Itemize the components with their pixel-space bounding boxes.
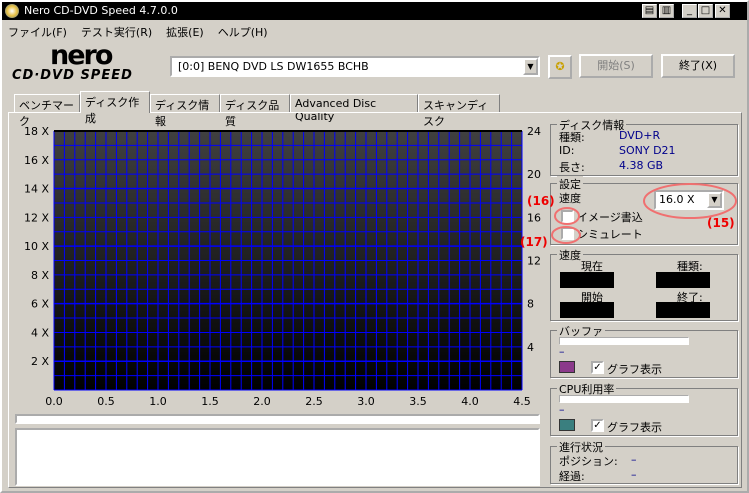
- x-tick-label: 1.0: [149, 395, 167, 408]
- x-tick-label: 3.5: [409, 395, 427, 408]
- buffer-group: バッファ – ✓ グラフ表示: [550, 323, 738, 378]
- y-tick-label: 18 X: [24, 125, 49, 138]
- cpu-group: CPU利用率 – ✓ グラフ表示: [550, 381, 738, 436]
- x-tick-label: 0.0: [45, 395, 63, 408]
- image-write-checkbox[interactable]: [561, 210, 574, 223]
- y-tick-label: 4 X: [31, 326, 49, 339]
- simulate-label: シミュレート: [577, 228, 643, 241]
- cpu-bar: [559, 395, 689, 403]
- simulate-checkbox[interactable]: [561, 227, 574, 240]
- y-tick-label: 8 X: [31, 269, 49, 282]
- buffer-graph-checkbox[interactable]: ✓: [591, 361, 604, 374]
- start-speed-display: [560, 302, 614, 318]
- x-tick-label: 1.5: [201, 395, 219, 408]
- buffer-graph-label: グラフ表示: [607, 363, 662, 376]
- end-speed-display: [656, 302, 710, 318]
- elapsed-value: –: [631, 468, 637, 481]
- position-value: –: [631, 453, 637, 466]
- x-tick-label: 4.5: [513, 395, 531, 408]
- y2-tick-label: 24: [527, 125, 541, 138]
- write-progress-bar: [15, 414, 540, 424]
- y-tick-label: 12 X: [24, 211, 49, 224]
- x-tick-label: 0.5: [97, 395, 115, 408]
- buffer-color-swatch[interactable]: [559, 361, 575, 373]
- settings-group: 設定 速度 16.0 X ▼ イメージ書込 シミュレート: [550, 176, 738, 245]
- y-tick-label: 6 X: [31, 298, 49, 311]
- length-value: 4.38 GB: [619, 159, 664, 172]
- speed-select[interactable]: 16.0 X ▼: [654, 190, 724, 210]
- y2-tick-label: 16: [527, 211, 541, 224]
- cpu-graph-checkbox[interactable]: ✓: [591, 419, 604, 432]
- y2-tick-label: 20: [527, 168, 541, 181]
- id-label: ID:: [559, 144, 575, 157]
- speed-value: 16.0 X: [659, 193, 695, 206]
- speed-title: 速度: [557, 247, 583, 263]
- x-tick-label: 3.0: [357, 395, 375, 408]
- cpu-graph-label: グラフ表示: [607, 421, 662, 434]
- tab-create-disc[interactable]: ディスク作成: [80, 91, 150, 125]
- speed-label: 速度: [559, 192, 581, 205]
- id-value: SONY D21: [619, 144, 676, 157]
- speed-group: 速度 現在 種類: 開始 終了:: [550, 247, 738, 321]
- y2-tick-label: 8: [527, 298, 534, 311]
- cpu-value: –: [559, 403, 565, 416]
- type-value: DVD+R: [619, 129, 661, 142]
- progress-group: 進行状況 ポジション: – 経過: –: [550, 439, 738, 484]
- y-tick-label: 2 X: [31, 355, 49, 368]
- chevron-down-icon[interactable]: ▼: [707, 192, 722, 208]
- y-tick-label: 14 X: [24, 183, 49, 196]
- type-label: 種類:: [559, 131, 585, 144]
- speed-type-display: [656, 272, 710, 288]
- buffer-bar: [559, 337, 689, 345]
- length-label: 長さ:: [559, 161, 585, 174]
- elapsed-label: 経過:: [559, 470, 585, 483]
- buffer-value: –: [559, 345, 565, 358]
- y-tick-label: 16 X: [24, 154, 49, 167]
- image-write-label: イメージ書込: [577, 211, 643, 224]
- y-tick-label: 10 X: [24, 240, 49, 253]
- cpu-color-swatch[interactable]: [559, 419, 575, 431]
- annotation-17: (17): [520, 235, 548, 249]
- position-label: ポジション:: [559, 455, 618, 468]
- x-tick-label: 4.0: [461, 395, 479, 408]
- annotation-16: (16): [527, 194, 555, 208]
- current-speed-display: [560, 272, 614, 288]
- log-box: [15, 428, 540, 486]
- disc-info-group: ディスク情報 種類: DVD+R ID: SONY D21 長さ: 4.38 G…: [550, 117, 738, 176]
- y2-tick-label: 4: [527, 341, 534, 354]
- x-tick-label: 2.0: [253, 395, 271, 408]
- y2-tick-label: 12: [527, 255, 541, 268]
- x-tick-label: 2.5: [305, 395, 323, 408]
- annotation-15: (15): [707, 216, 735, 230]
